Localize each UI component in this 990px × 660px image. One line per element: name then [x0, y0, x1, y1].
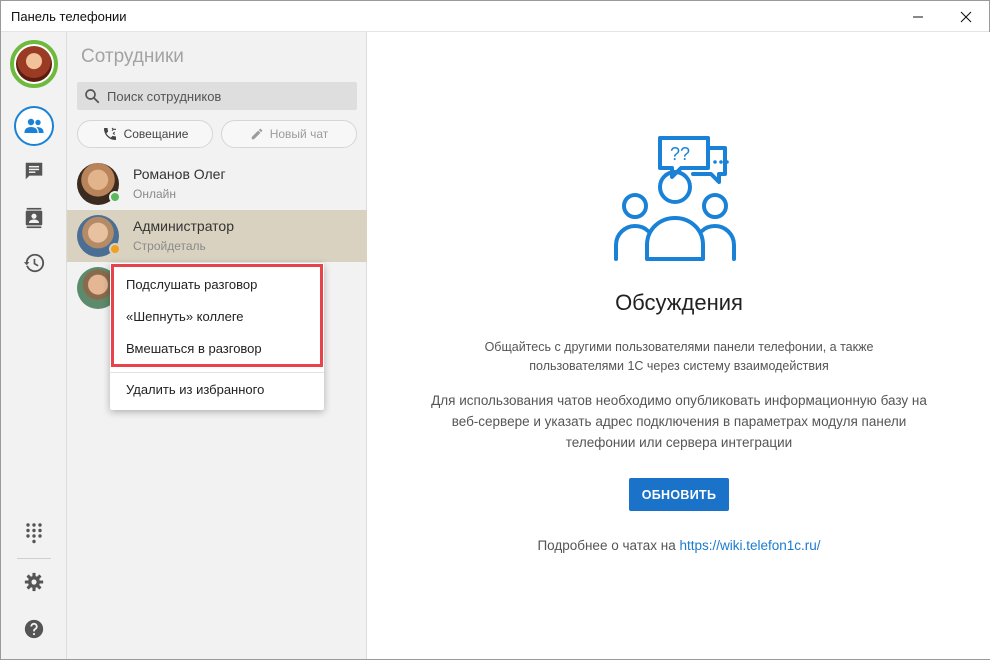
- conference-label: Совещание: [123, 127, 189, 141]
- main-panel: ?? Обсуждения Общайтесь с другими пользо…: [368, 32, 990, 659]
- menu-item-remove-favorite[interactable]: Удалить из избранного: [126, 382, 264, 397]
- page-title: Обсуждения: [615, 290, 743, 315]
- rail-item-history[interactable]: [14, 243, 54, 283]
- rail-item-settings[interactable]: [14, 562, 54, 602]
- people-icon: [24, 118, 44, 133]
- contact-book-icon: [25, 207, 43, 229]
- pencil-icon: [251, 128, 262, 140]
- contact-item[interactable]: Романов Олег Онлайн: [67, 158, 367, 210]
- contact-status-text: Онлайн: [133, 187, 176, 201]
- rail-divider: [17, 558, 51, 559]
- user-avatar-photo: [16, 46, 52, 82]
- contact-context-menu: Подслушать разговор «Шепнуть» коллеге Вм…: [110, 263, 324, 410]
- new-chat-button[interactable]: Новый чат: [221, 120, 357, 148]
- minimize-button[interactable]: [895, 1, 941, 32]
- minimize-icon: [913, 16, 923, 17]
- window-title: Панель телефонии: [11, 9, 127, 24]
- chat-icon: [25, 162, 43, 180]
- more-info: Подробнее о чатах на https://wiki.telefo…: [368, 538, 990, 553]
- search-box: [77, 82, 357, 110]
- dialpad-icon: [26, 523, 42, 544]
- history-icon: [23, 253, 45, 273]
- title-bar: Панель телефонии: [1, 1, 989, 32]
- contact-name: Администратор: [133, 218, 235, 234]
- user-avatar[interactable]: [10, 40, 58, 88]
- nav-rail: [1, 32, 67, 659]
- contact-item[interactable]: Администратор Стройдеталь: [67, 210, 367, 262]
- search-input[interactable]: [107, 82, 352, 110]
- instruction-text: Для использования чатов необходимо опубл…: [431, 393, 927, 450]
- contact-name: Романов Олег: [133, 166, 226, 182]
- svg-text:??: ??: [670, 144, 690, 164]
- refresh-button[interactable]: ОБНОВИТЬ: [629, 478, 729, 511]
- contact-status-text: Стройдеталь: [133, 239, 206, 253]
- wiki-link[interactable]: https://wiki.telefon1c.ru/: [679, 538, 820, 553]
- gear-icon: [24, 572, 44, 592]
- help-icon: [24, 619, 44, 639]
- status-indicator: [109, 191, 121, 203]
- rail-item-contacts[interactable]: [14, 198, 54, 238]
- new-chat-label: Новый чат: [269, 127, 329, 141]
- description-text: Общайтесь с другими пользователями панел…: [484, 340, 874, 373]
- status-indicator: [109, 243, 121, 255]
- rail-item-dialpad[interactable]: [14, 513, 54, 553]
- rail-item-employees[interactable]: [14, 106, 54, 146]
- close-icon: [960, 11, 972, 22]
- conference-button[interactable]: Совещание: [77, 120, 213, 148]
- rail-item-chats[interactable]: [14, 151, 54, 191]
- discussion-people-icon: ??: [614, 136, 736, 261]
- menu-item-whisper[interactable]: «Шепнуть» коллеге: [126, 309, 244, 324]
- conference-call-icon: [103, 127, 116, 140]
- search-icon: [85, 89, 100, 104]
- app-window: Панель телефонии Сотрудники Поиск сотруд…: [0, 0, 990, 660]
- menu-item-barge-in[interactable]: Вмешаться в разговор: [126, 341, 262, 356]
- menu-divider: [110, 372, 324, 373]
- more-info-text: Подробнее о чатах на: [537, 538, 680, 553]
- close-button[interactable]: [943, 1, 989, 32]
- contacts-title: Сотрудники: [81, 46, 184, 67]
- rail-item-help[interactable]: [14, 609, 54, 649]
- menu-item-listen[interactable]: Подслушать разговор: [126, 277, 257, 292]
